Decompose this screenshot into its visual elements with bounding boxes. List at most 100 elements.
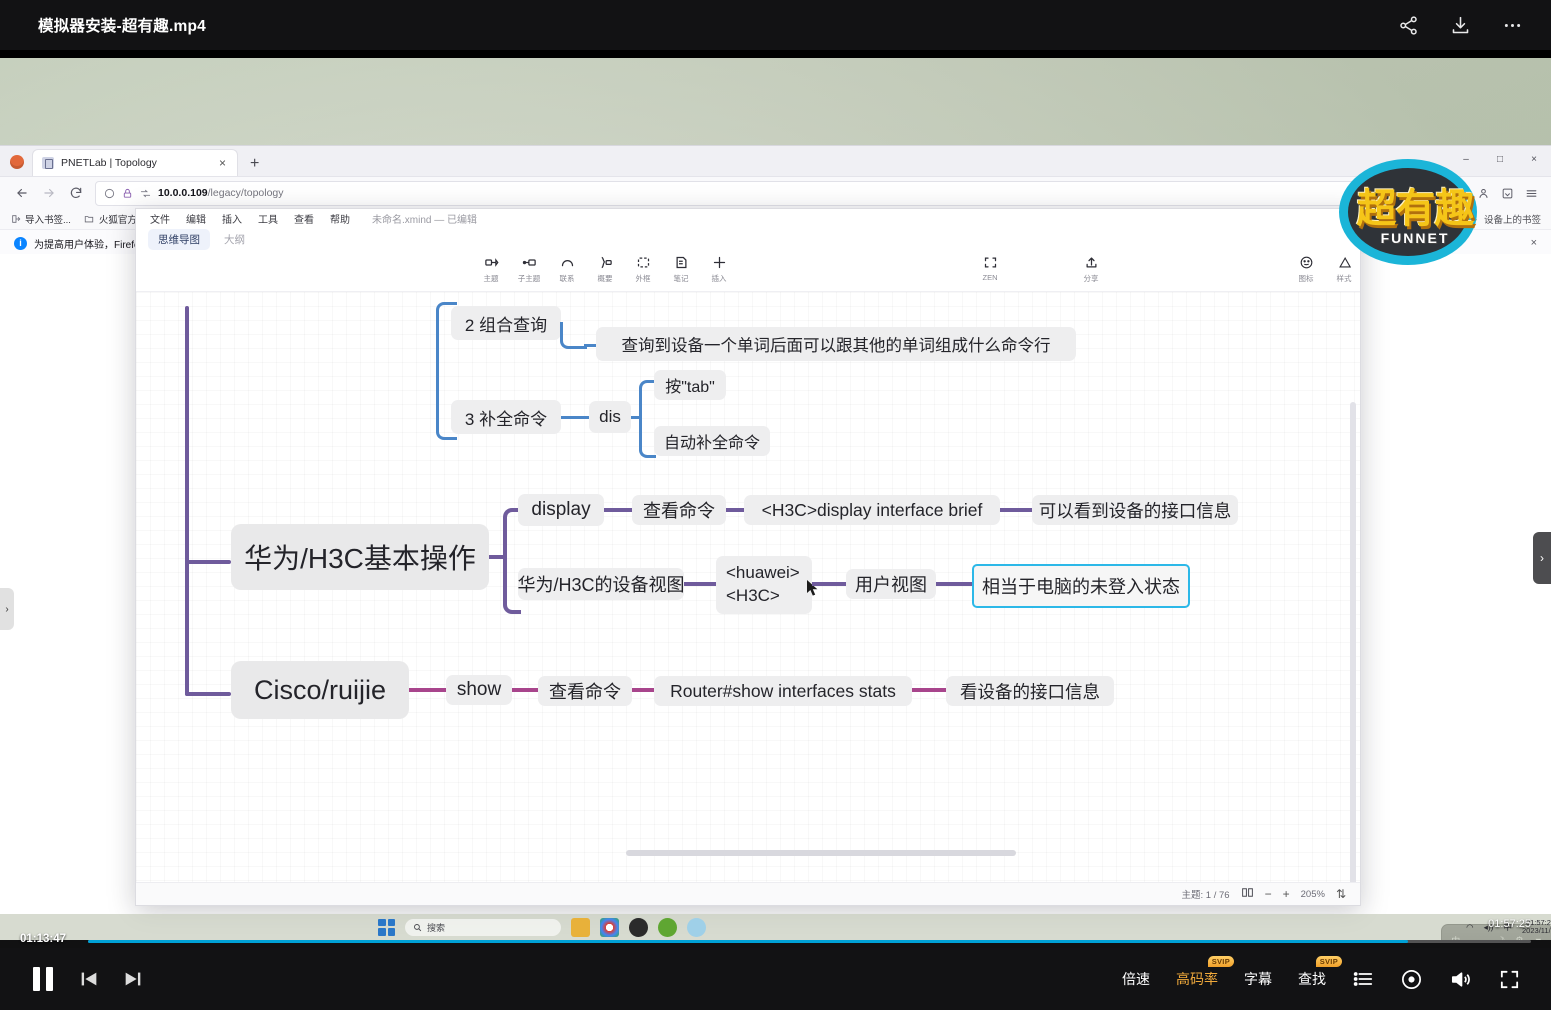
note-button[interactable]: 笔记	[663, 251, 699, 284]
toolbar-share-group: 分享	[1073, 251, 1109, 284]
menu-edit[interactable]: 编辑	[186, 211, 206, 226]
taskbar-search-input[interactable]: 搜索	[405, 918, 561, 936]
zoom-out-button[interactable]: −	[1265, 887, 1272, 901]
menu-help[interactable]: 帮助	[330, 211, 350, 226]
previous-button[interactable]	[78, 968, 100, 990]
topic-button[interactable]: 主题	[473, 251, 509, 284]
volume-icon[interactable]	[1449, 968, 1472, 991]
book-icon[interactable]	[1241, 887, 1254, 901]
zen-button[interactable]: ZEN	[972, 251, 1008, 282]
plus-icon	[712, 254, 727, 271]
node-display[interactable]: display	[518, 494, 604, 526]
next-button[interactable]	[122, 968, 144, 990]
video-player-page: 模拟器安装-超有趣.mp4 PNETLab | Topology × + – □…	[0, 0, 1551, 1010]
node-huawei-h3c-main[interactable]: 华为/H3C基本操作	[231, 524, 489, 590]
node-zuhe-detail[interactable]: 查询到设备一个单词后面可以跟其他的单词组成什么命令行	[596, 327, 1076, 361]
watermark-subtitle: FUNNET	[1380, 230, 1450, 246]
notification-close-icon[interactable]: ×	[1531, 237, 1537, 249]
firefox-logo-icon	[10, 155, 24, 169]
trunk-line	[185, 306, 189, 696]
boundary-label: 外框	[635, 274, 651, 283]
horizontal-scrollbar[interactable]	[626, 850, 1016, 856]
zoom-stepper-icon[interactable]: ⇅	[1336, 887, 1346, 901]
summary-button[interactable]: 概要	[587, 251, 623, 284]
node-cisco-ruijie-main[interactable]: Cisco/ruijie	[231, 661, 409, 719]
node-router-command[interactable]: Router#show interfaces stats	[654, 676, 912, 706]
node-selected-not-logged-in[interactable]: 相当于电脑的未登入状态	[972, 564, 1190, 608]
start-button-icon[interactable]	[378, 918, 395, 936]
xmind-window: 文件 编辑 插入 工具 查看 帮助 未命名.xmind — 已编辑 思维导图 大…	[135, 208, 1361, 906]
node-h3c-display-command[interactable]: <H3C>display interface brief	[744, 495, 1000, 525]
toolbar-center-group: 主题 子主题 联系 概要 外框 笔记 插入	[473, 251, 737, 284]
tab-outline[interactable]: 大纲	[214, 229, 255, 250]
player-right-controls: 倍速 高码率 SVIP 字幕 查找 SVIP	[1122, 956, 1521, 991]
browser-tab[interactable]: PNETLab | Topology ×	[32, 149, 238, 176]
back-icon[interactable]	[8, 181, 35, 205]
node-dis[interactable]: dis	[589, 401, 631, 433]
menu-insert[interactable]: 插入	[222, 211, 242, 226]
node-device-prompts[interactable]: <huawei> <H3C>	[716, 556, 812, 614]
playlist-icon[interactable]	[1352, 968, 1374, 990]
forward-icon[interactable]	[35, 181, 62, 205]
boundary-button[interactable]: 外框	[625, 251, 661, 284]
node-auto-complete[interactable]: 自动补全命令	[654, 426, 770, 456]
node-h3c-result[interactable]: 可以看到设备的接口信息	[1032, 495, 1238, 525]
tab-close-icon[interactable]: ×	[217, 157, 228, 169]
fullscreen-icon[interactable]	[1498, 968, 1521, 991]
node-press-tab[interactable]: 按"tab"	[654, 370, 726, 400]
menu-file[interactable]: 文件	[150, 211, 170, 226]
progress-track[interactable]	[88, 940, 1531, 943]
connector-deviceview-prompt	[684, 582, 720, 586]
node-complete-command[interactable]: 3 补全命令	[451, 400, 561, 434]
mindmap-canvas[interactable]: 2 组合查询 查询到设备一个单词后面可以跟其他的单词组成什么命令行 3 补全命令…	[136, 292, 1360, 882]
bookmark-item-import[interactable]: 导入书签...	[10, 212, 71, 226]
node-zuhe-query[interactable]: 2 组合查询	[451, 306, 561, 340]
close-window-button[interactable]: ×	[1517, 148, 1551, 170]
bitrate-button[interactable]: 高码率 SVIP	[1176, 956, 1234, 989]
node-user-view[interactable]: 用户视图	[846, 569, 936, 599]
menu-view[interactable]: 查看	[294, 211, 314, 226]
note-icon	[674, 254, 689, 271]
connector-zuhe-detail	[560, 322, 587, 349]
video-viewport[interactable]: PNETLab | Topology × + – □ × 10.0.0.109/…	[0, 50, 1551, 940]
subtopic-button[interactable]: 子主题	[511, 251, 547, 284]
insert-button[interactable]: 插入	[701, 251, 737, 284]
bracket-huawei-children	[503, 508, 521, 614]
pause-button[interactable]	[30, 964, 56, 994]
insert-label: 插入	[711, 274, 727, 283]
menu-icon[interactable]	[1519, 182, 1543, 204]
speed-button[interactable]: 倍速	[1122, 969, 1150, 989]
left-panel-toggle[interactable]: ›	[0, 588, 14, 630]
new-tab-button[interactable]: +	[250, 156, 259, 172]
player-progress-area[interactable]: 01:13:47 01:57:25	[0, 918, 1551, 948]
node-show[interactable]: show	[446, 675, 512, 705]
vertical-scrollbar[interactable]	[1350, 402, 1356, 882]
reload-icon[interactable]	[62, 181, 89, 205]
search-button[interactable]: 查找 SVIP	[1298, 956, 1342, 989]
zen-icon	[983, 254, 998, 271]
sticker-button[interactable]: 图标	[1288, 251, 1324, 284]
tab-mindmap[interactable]: 思维导图	[148, 228, 210, 250]
style-label: 样式	[1336, 274, 1352, 283]
node-device-view[interactable]: 华为/H3C的设备视图	[518, 568, 685, 600]
node-view-command-1[interactable]: 查看命令	[632, 495, 726, 525]
connector-buquan-dis	[561, 416, 591, 419]
node-view-command-2[interactable]: 查看命令	[538, 676, 632, 706]
topic-count: 主题: 1 / 76	[1181, 890, 1230, 901]
subtitle-button[interactable]: 字幕	[1244, 969, 1272, 989]
download-icon[interactable]	[1447, 12, 1473, 38]
menu-tools[interactable]: 工具	[258, 211, 278, 226]
more-icon[interactable]	[1499, 12, 1525, 38]
relationship-button[interactable]: 联系	[549, 251, 585, 284]
share-icon[interactable]	[1395, 12, 1421, 38]
right-panel-toggle[interactable]: ›	[1533, 532, 1551, 584]
tray-network-icon[interactable]: ◠	[1466, 922, 1473, 933]
subtopic-label: 子主题	[517, 274, 541, 283]
player-top-actions	[1395, 12, 1525, 38]
target-icon[interactable]	[1400, 968, 1423, 991]
address-bar[interactable]: 10.0.0.109/legacy/topology	[95, 180, 1465, 206]
zoom-in-button[interactable]: +	[1283, 887, 1290, 901]
share-button[interactable]: 分享	[1073, 251, 1109, 284]
topic-label: 主题	[483, 274, 499, 283]
node-router-result[interactable]: 看设备的接口信息	[946, 676, 1114, 706]
